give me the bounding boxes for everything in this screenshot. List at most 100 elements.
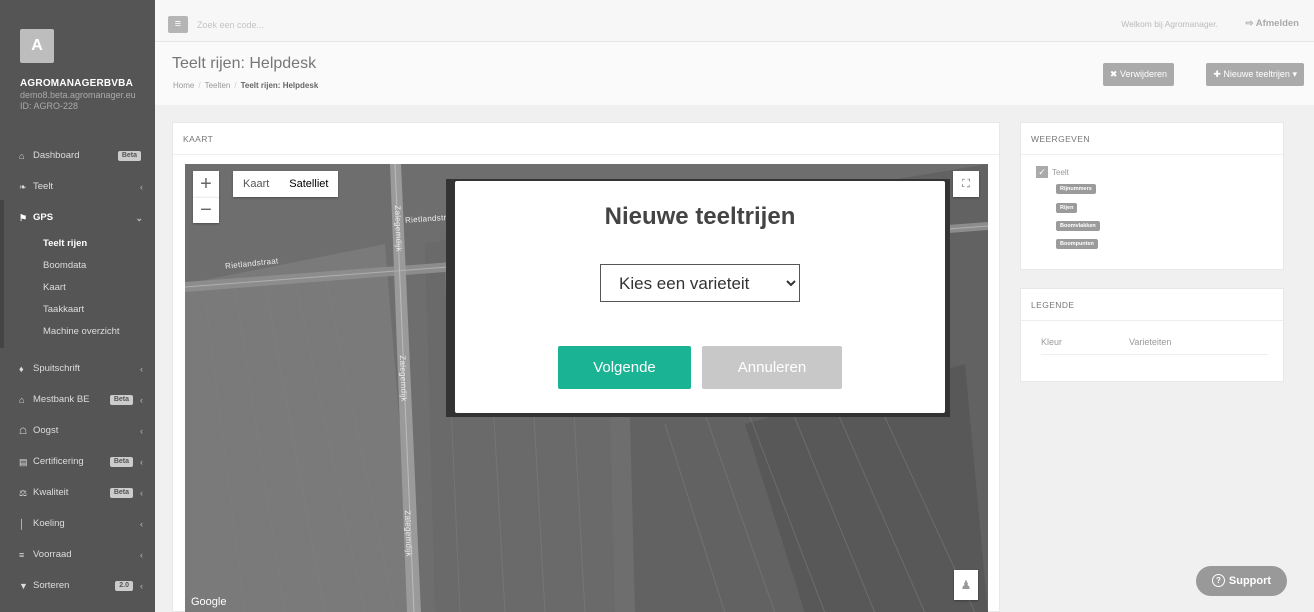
sidebar-item-label: GPS xyxy=(33,211,54,223)
drop-icon: ♦ xyxy=(19,363,24,374)
company-logo: A xyxy=(20,29,54,63)
times-icon: ✖ xyxy=(1109,69,1118,79)
delete-button[interactable]: ✖ Verwijderen xyxy=(1102,63,1174,86)
delete-label: Verwijderen xyxy=(1119,69,1167,79)
fullscreen-icon: ⛶ xyxy=(962,178,970,190)
legend-panel-title: LEGENDE xyxy=(1021,289,1283,321)
sidebar-item-label: Koeling xyxy=(33,517,65,529)
company-name: AGROMANAGERBVBA xyxy=(20,78,133,89)
version-badge: 2.0 xyxy=(115,581,133,591)
sidebar-item-label: Voorraad xyxy=(33,548,72,560)
sidebar-subitem-taakkaart[interactable]: Taakkaart xyxy=(0,299,155,321)
breadcrumb-teelten[interactable]: Teelten xyxy=(205,81,231,90)
sidebar-item-voorraad[interactable]: ≡ Voorraad ‹ xyxy=(0,539,155,570)
page-header: Teelt rijen: Helpdesk Home / Teelten / Teelt… xyxy=(155,42,1314,105)
layer-teelt[interactable]: ✓ Teelt xyxy=(1036,166,1069,178)
map-type-satelliet[interactable]: Satelliet xyxy=(279,171,338,197)
basket-icon: ☖ xyxy=(19,425,28,436)
sidebar-subitem-teelt-rijen[interactable]: Teelt rijen xyxy=(0,233,155,255)
search-input[interactable] xyxy=(197,15,497,35)
caret-down-icon: ▾ xyxy=(1292,69,1297,79)
sidebar-item-koeling[interactable]: │ Koeling ‹ xyxy=(0,508,155,539)
chevron-left-icon: ‹ xyxy=(140,363,143,374)
sidebar-item-teelt[interactable]: ❧ Teelt ‹ xyxy=(0,171,155,202)
breadcrumb-home[interactable]: Home xyxy=(173,81,194,90)
sidebar-item-label: Oogst xyxy=(33,424,59,436)
pegman-icon: ♟ xyxy=(960,578,972,592)
top-bar: ≡ Welkom bij Agromanager. ⇨ Afmelden xyxy=(155,0,1314,42)
variety-select[interactable]: Kies een varieteit xyxy=(600,264,800,302)
support-button[interactable]: ? Support xyxy=(1196,566,1287,596)
beta-badge: Beta xyxy=(117,151,141,161)
sidebar-item-gps[interactable]: ⚑ GPS ⌄ xyxy=(0,202,155,233)
list-icon: ≡ xyxy=(19,549,25,560)
legend-table-header: Kleur Varieteiten xyxy=(1041,335,1268,355)
filter-icon: ▼ xyxy=(19,580,28,591)
map-marker-icon: ⚑ xyxy=(19,212,28,223)
zoom-out-button[interactable]: − xyxy=(193,197,219,223)
chevron-left-icon: ‹ xyxy=(140,580,143,591)
beta-badge: Beta xyxy=(109,457,133,467)
map-panel-title: KAART xyxy=(173,123,999,155)
logout-label: Afmelden xyxy=(1255,18,1299,29)
modal-title: Nieuwe teeltrijen xyxy=(604,203,796,230)
beta-badge: Beta xyxy=(109,395,133,405)
layer-label: Teelt xyxy=(1052,167,1069,177)
fullscreen-button[interactable]: ⛶ xyxy=(953,171,979,197)
company-email: demo8.beta.agromanager.eu xyxy=(20,90,136,100)
chevron-left-icon: ‹ xyxy=(140,549,143,560)
cancel-button[interactable]: Annuleren xyxy=(702,346,842,389)
sign-out-icon: ⇨ xyxy=(1245,18,1254,29)
breadcrumb-current: Teelt rijen: Helpdesk xyxy=(240,81,319,90)
sidebar-item-dashboard[interactable]: ⌂ Dashboard Beta xyxy=(0,140,155,171)
hamburger-icon: ≡ xyxy=(174,18,182,30)
bank-icon: ⌂ xyxy=(19,394,25,405)
sidebar-nav: ⌂ Dashboard Beta ❧ Teelt ‹ ⚑ GPS ⌄ Teelt… xyxy=(0,140,155,601)
map-type-kaart[interactable]: Kaart xyxy=(233,171,279,197)
welcome-text: Welkom bij Agromanager. xyxy=(1121,19,1218,29)
sidebar-item-mestbank[interactable]: ⌂ Mestbank BE Beta ‹ xyxy=(0,384,155,415)
layer-rijnummers[interactable]: Rijnummers xyxy=(1056,184,1096,194)
zoom-in-button[interactable]: + xyxy=(193,171,219,197)
layer-boompunten[interactable]: Boompunten xyxy=(1056,239,1098,249)
chevron-left-icon: ‹ xyxy=(140,456,143,467)
legend-col-variety: Varieteiten xyxy=(1129,337,1172,347)
question-icon: ? xyxy=(1211,574,1225,587)
new-rows-dropdown-button[interactable]: ✚ Nieuwe teeltrijen ▾ xyxy=(1206,63,1304,86)
map-type-control: Kaart Satelliet xyxy=(233,171,339,197)
sidebar-item-certificering[interactable]: ▤ Certificering Beta ‹ xyxy=(0,446,155,477)
balance-icon: ⚖ xyxy=(19,487,28,498)
sidebar-subitem-kaart[interactable]: Kaart xyxy=(0,277,155,299)
road-label: Zalegemdijk xyxy=(402,510,414,557)
layer-boomvlakken[interactable]: Boomvlakken xyxy=(1056,221,1100,231)
sidebar-subitem-boomdata[interactable]: Boomdata xyxy=(0,255,155,277)
sidebar-item-spuitschrift[interactable]: ♦ Spuitschrift ‹ xyxy=(0,353,155,384)
sidebar-item-kwaliteit[interactable]: ⚖ Kwaliteit Beta ‹ xyxy=(0,477,155,508)
sidebar: A AGROMANAGERBVBA demo8.beta.agromanager… xyxy=(0,0,155,612)
book-icon: ▤ xyxy=(19,456,28,467)
sidebar-item-label: Mestbank BE xyxy=(33,393,90,405)
menu-toggle-button[interactable]: ≡ xyxy=(168,16,188,33)
chevron-left-icon: ‹ xyxy=(140,518,143,529)
layer-tag: Boompunten xyxy=(1056,239,1098,249)
legend-col-color: Kleur xyxy=(1041,337,1063,347)
breadcrumb-separator: / xyxy=(198,81,201,90)
company-id: ID: AGRO-228 xyxy=(20,101,79,111)
sidebar-item-oogst[interactable]: ☖ Oogst ‹ xyxy=(0,415,155,446)
sidebar-item-sorteren[interactable]: ▼ Sorteren 2.0 ‹ xyxy=(0,570,155,601)
breadcrumb-separator: / xyxy=(234,81,237,90)
sidebar-item-label: Sorteren xyxy=(33,579,70,591)
logout-link[interactable]: ⇨ Afmelden xyxy=(1245,18,1299,29)
plus-icon: ✚ xyxy=(1213,69,1221,79)
street-view-button[interactable]: ♟ xyxy=(954,570,978,600)
next-button[interactable]: Volgende xyxy=(558,346,691,389)
leaf-icon: ❧ xyxy=(19,181,27,192)
layer-rijen[interactable]: Rijen xyxy=(1056,203,1078,213)
road-label: Zalegemdijk xyxy=(392,205,404,252)
sidebar-item-label: Certificering xyxy=(33,455,84,467)
display-panel: WEERGEVEN ✓ Teelt Rijnummers Rijen Boomv… xyxy=(1020,122,1284,270)
support-label: Support xyxy=(1228,575,1272,587)
layer-tag: Boomvlakken xyxy=(1056,221,1100,231)
sidebar-subitem-machine-overzicht[interactable]: Machine overzicht xyxy=(0,321,155,343)
checkbox-checked[interactable]: ✓ xyxy=(1036,166,1048,178)
